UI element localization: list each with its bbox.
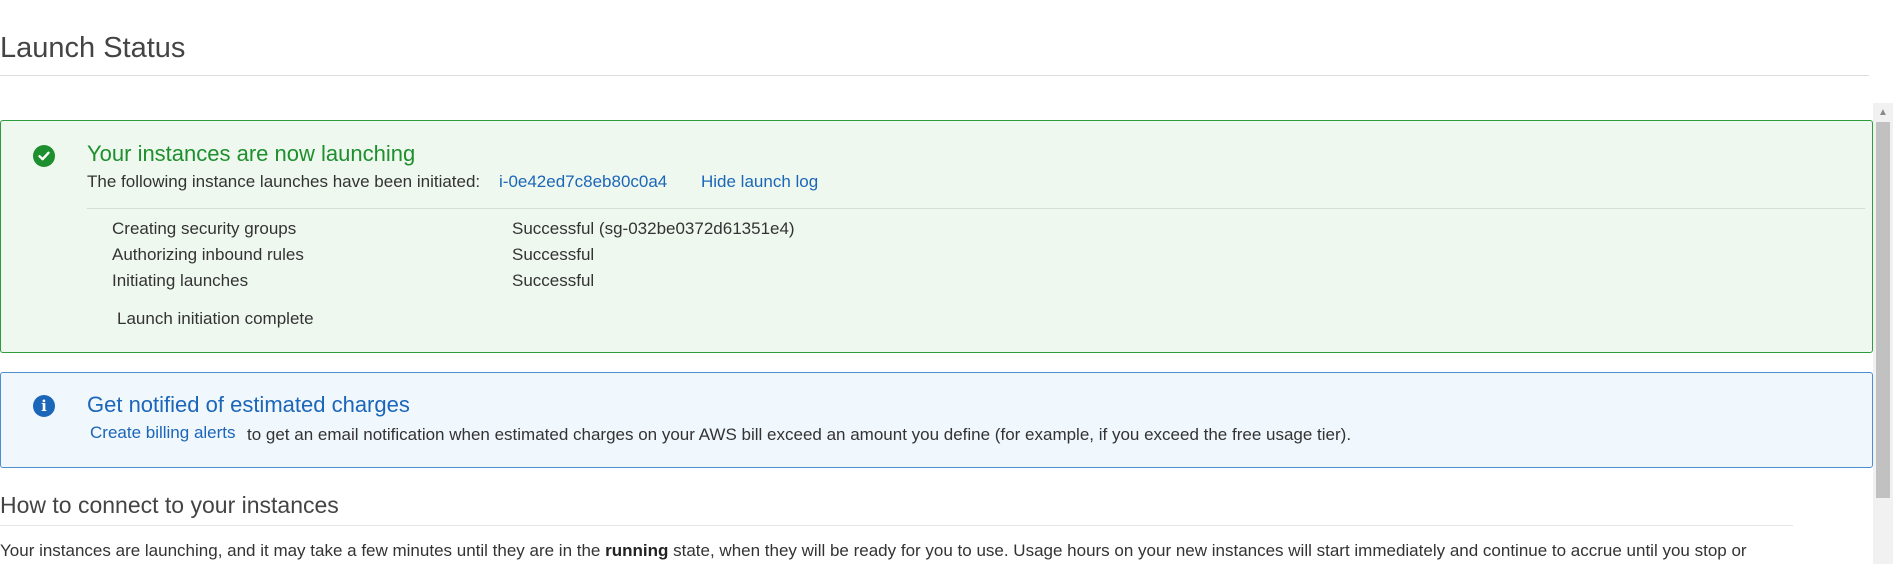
launch-log-divider xyxy=(87,208,1865,209)
connect-description: Your instances are launching, and it may… xyxy=(0,540,1747,562)
info-circle-icon: i xyxy=(33,395,55,417)
create-billing-alerts-link[interactable]: Create billing alerts xyxy=(90,422,236,444)
title-divider xyxy=(0,75,1869,76)
log-result: Successful xyxy=(512,245,595,264)
connect-text-end: state, when they will be ready for you t… xyxy=(668,541,1747,560)
log-result: Successful (sg-032be0372d61351e4) xyxy=(512,219,795,238)
vertical-scrollbar[interactable]: ▲ xyxy=(1873,103,1893,564)
scroll-up-arrow-icon[interactable]: ▲ xyxy=(1873,105,1893,121)
instance-id-link[interactable]: i-0e42ed7c8eb80c0a4 xyxy=(499,171,667,193)
connect-heading: How to connect to your instances xyxy=(0,492,339,518)
billing-heading: Get notified of estimated charges xyxy=(87,392,410,417)
launch-heading: Your instances are now launching xyxy=(87,141,416,166)
log-step: Authorizing inbound rules xyxy=(112,245,304,264)
running-state-text: running xyxy=(605,541,669,560)
initiated-text: The following instance launches have bee… xyxy=(87,172,481,191)
hide-launch-log-link[interactable]: Hide launch log xyxy=(701,171,818,193)
scrollbar-thumb[interactable] xyxy=(1876,122,1890,498)
log-step: Creating security groups xyxy=(112,219,297,238)
log-step: Initiating launches xyxy=(112,271,249,290)
connect-text-start: Your instances are launching, and it may… xyxy=(0,541,606,560)
page-title: Launch Status xyxy=(0,32,186,64)
launch-complete-text: Launch initiation complete xyxy=(117,309,314,328)
billing-description: to get an email notification when estima… xyxy=(247,425,1352,444)
check-circle-icon xyxy=(33,145,55,167)
log-result: Successful xyxy=(512,271,595,290)
section-divider xyxy=(0,525,1793,526)
billing-info-panel xyxy=(0,372,1873,468)
